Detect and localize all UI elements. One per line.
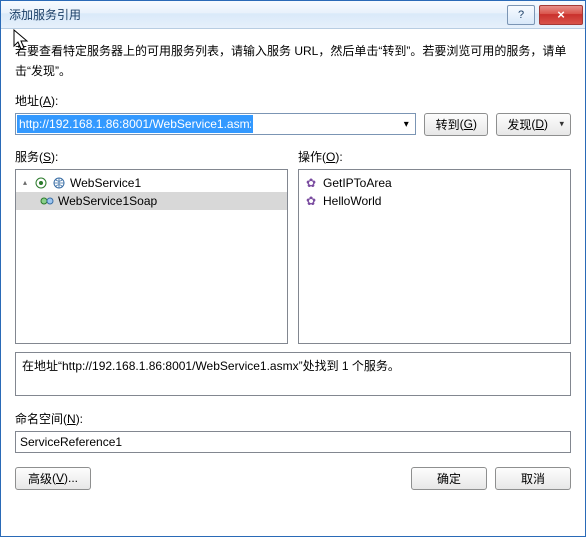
operation-label: HelloWorld xyxy=(323,194,381,208)
intro-text: 若要查看特定服务器上的可用服务列表，请输入服务 URL，然后单击“转到”。若要浏… xyxy=(15,41,571,82)
window-title: 添加服务引用 xyxy=(9,6,81,23)
operations-list[interactable]: ✿ GetIPToArea ✿ HelloWorld xyxy=(298,169,571,344)
close-button[interactable]: × xyxy=(539,5,583,25)
address-label: 地址(A): xyxy=(15,92,571,109)
operations-label: 操作(O): xyxy=(298,148,571,165)
status-text: 在地址“http://192.168.1.86:8001/WebService1… xyxy=(22,359,400,373)
collapse-icon[interactable]: ▴ xyxy=(20,178,30,188)
target-icon xyxy=(34,176,48,190)
gear-icon: ✿ xyxy=(305,195,317,207)
services-label: 服务(S): xyxy=(15,148,288,165)
operation-label: GetIPToArea xyxy=(323,176,392,190)
advanced-button[interactable]: 高级(V)... xyxy=(15,467,91,490)
cancel-button[interactable]: 取消 xyxy=(495,467,571,490)
lists-row: 服务(S): ▴ WebService1 xyxy=(15,148,571,344)
ok-button[interactable]: 确定 xyxy=(411,467,487,490)
list-item[interactable]: ✿ HelloWorld xyxy=(305,192,564,210)
namespace-input[interactable] xyxy=(15,431,571,453)
discover-button[interactable]: 发现(D) xyxy=(496,113,571,136)
status-box: 在地址“http://192.168.1.86:8001/WebService1… xyxy=(15,352,571,396)
tree-node-label: WebService1 xyxy=(70,176,141,190)
globe-icon xyxy=(52,176,66,190)
titlebar: 添加服务引用 ? × xyxy=(1,1,585,29)
tree-node-child[interactable]: WebService1Soap xyxy=(16,192,287,210)
address-input[interactable] xyxy=(17,115,253,133)
titlebar-controls: ? × xyxy=(503,5,583,25)
address-combobox[interactable]: ▾ xyxy=(15,113,416,135)
soap-icon xyxy=(40,194,54,208)
namespace-label: 命名空间(N): xyxy=(15,410,571,427)
list-item[interactable]: ✿ GetIPToArea xyxy=(305,174,564,192)
services-column: 服务(S): ▴ WebService1 xyxy=(15,148,288,344)
tree-node-root[interactable]: ▴ WebService1 xyxy=(16,174,287,192)
go-button[interactable]: 转到(G) xyxy=(424,113,488,136)
dialog-footer: 高级(V)... 确定 取消 xyxy=(15,467,571,490)
address-row: ▾ 转到(G) 发现(D) xyxy=(15,113,571,136)
dialog-add-service-reference: 添加服务引用 ? × 若要查看特定服务器上的可用服务列表，请输入服务 URL，然… xyxy=(0,0,586,537)
gear-icon: ✿ xyxy=(305,177,317,189)
tree-node-label: WebService1Soap xyxy=(58,194,157,208)
operations-column: 操作(O): ✿ GetIPToArea ✿ HelloWorld xyxy=(298,148,571,344)
services-tree[interactable]: ▴ WebService1 xyxy=(15,169,288,344)
dialog-content: 若要查看特定服务器上的可用服务列表，请输入服务 URL，然后单击“转到”。若要浏… xyxy=(1,29,585,536)
help-button[interactable]: ? xyxy=(507,5,535,25)
chevron-down-icon[interactable]: ▾ xyxy=(397,114,415,134)
